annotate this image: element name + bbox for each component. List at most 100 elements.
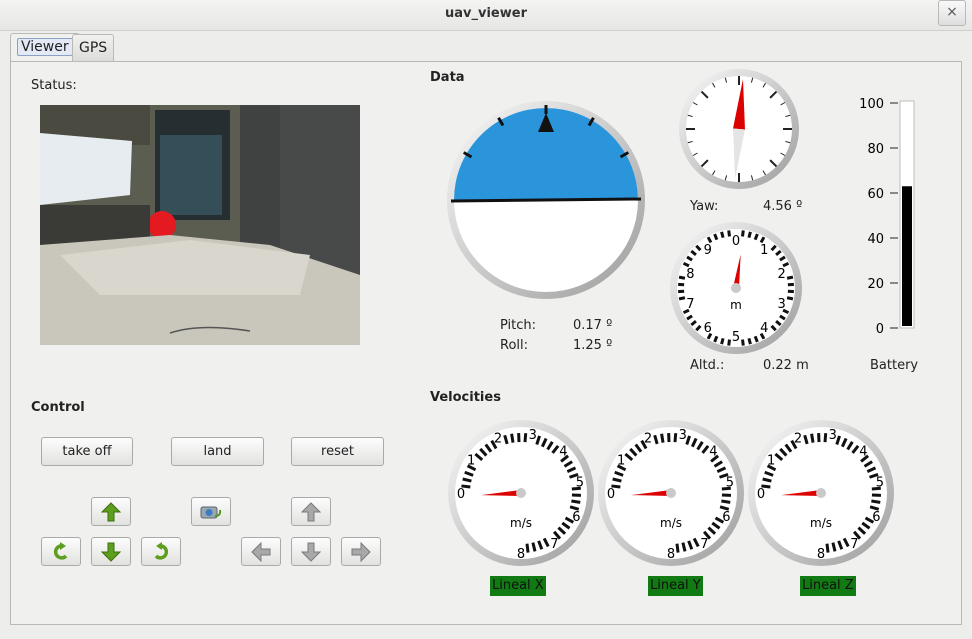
- land-button[interactable]: land: [171, 437, 264, 466]
- tab-viewer[interactable]: Viewer: [10, 33, 80, 62]
- velocity-tick: [831, 542, 837, 552]
- battery-tick-label: 20: [867, 277, 884, 292]
- lineal-y-badge: Lineal Y: [648, 576, 703, 596]
- altitude-tick: [713, 335, 719, 343]
- status-label: Status:: [31, 78, 77, 93]
- altitude-tick-label: 8: [686, 267, 694, 282]
- arrow-left-icon: [251, 541, 271, 562]
- rotate-right-icon: [154, 541, 169, 560]
- velocity-tick: [721, 499, 731, 504]
- altitude-tick-label: 6: [704, 321, 712, 336]
- velocity-tick: [681, 542, 687, 552]
- tab-gps[interactable]: GPS: [72, 34, 115, 61]
- altitude-tick: [678, 296, 686, 301]
- velocity-tick-label: 1: [467, 454, 475, 469]
- velocity-tick: [525, 543, 530, 553]
- move-down-button[interactable]: [91, 537, 131, 566]
- reset-button[interactable]: reset: [291, 437, 384, 466]
- yaw-label: Yaw:: [690, 199, 719, 214]
- rotate-right-button[interactable]: [141, 537, 181, 566]
- altitude-tick-label: 1: [760, 243, 768, 258]
- altitude-tick: [678, 275, 686, 280]
- altitude-tick: [747, 337, 752, 345]
- velocity-gauge-y: 012 345678m/s: [598, 420, 744, 566]
- arrow-up-icon: [101, 501, 121, 521]
- altitude-tick-label: 2: [778, 267, 786, 282]
- control-label: Control: [31, 400, 85, 415]
- close-icon[interactable]: ×: [938, 0, 966, 26]
- battery-tick-label: 80: [867, 142, 884, 157]
- velocity-unit: m/s: [810, 516, 832, 530]
- move-up-button[interactable]: [91, 497, 131, 526]
- altitude-label: Altd.:: [690, 358, 725, 373]
- battery-fill: [902, 186, 912, 326]
- velocity-tick-label: 6: [872, 510, 880, 525]
- right-button[interactable]: [341, 537, 381, 566]
- velocity-tick-label: 4: [859, 445, 867, 460]
- left-button[interactable]: [241, 537, 281, 566]
- velocity-tick: [612, 477, 622, 483]
- altitude-value: 0.22 m: [763, 358, 809, 373]
- forward-button[interactable]: [291, 497, 331, 526]
- lineal-x-badge: Lineal X: [490, 576, 546, 596]
- velocity-tick-label: 7: [550, 537, 558, 552]
- altitude-tick: [786, 275, 794, 280]
- window-title: uav_viewer: [445, 6, 527, 21]
- altitude-tick: [713, 233, 719, 241]
- altitude-tick: [741, 230, 745, 237]
- altitude-unit: m: [730, 298, 742, 312]
- altitude-tick-label: 4: [760, 321, 768, 336]
- velocity-tick-label: 3: [679, 428, 687, 443]
- altitude-tick-label: 0: [732, 234, 740, 249]
- altitude-tick: [720, 337, 725, 345]
- take-off-button[interactable]: take off: [41, 437, 133, 466]
- velocity-tick: [660, 433, 665, 443]
- altitude-tick: [753, 233, 759, 241]
- arrow-up-icon: [301, 501, 321, 521]
- tab-viewer-label: Viewer: [17, 38, 73, 56]
- altitude-tick: [753, 335, 759, 343]
- velocity-tick-label: 3: [829, 428, 837, 443]
- velocity-tick-label: 0: [457, 487, 465, 502]
- arrow-right-icon: [351, 541, 371, 562]
- rotate-left-icon: [53, 541, 68, 560]
- altitude-tick: [741, 339, 745, 346]
- roll-value: 1.25 º: [573, 338, 613, 353]
- camera-image: [40, 105, 360, 345]
- velocity-tick: [871, 499, 881, 504]
- battery-tick-label: 60: [867, 187, 884, 202]
- arrow-down-icon: [301, 542, 321, 562]
- velocity-tick-label: 5: [876, 475, 884, 490]
- battery-tick-label: 0: [876, 322, 884, 335]
- velocity-tick-label: 7: [850, 537, 858, 552]
- velocity-tick: [523, 433, 528, 443]
- velocity-tick-label: 8: [817, 547, 825, 562]
- velocity-tick: [675, 543, 680, 553]
- velocity-gauge-x: 012 345678m/s: [448, 420, 594, 566]
- velocity-tick-label: 7: [700, 537, 708, 552]
- velocity-unit: m/s: [660, 516, 682, 530]
- yaw-value: 4.56 º: [763, 199, 803, 214]
- velocity-tick: [823, 433, 828, 443]
- attitude-indicator: [447, 101, 645, 299]
- velocity-tick-label: 2: [644, 432, 652, 447]
- arrow-down-icon: [101, 542, 121, 562]
- backward-button[interactable]: [291, 537, 331, 566]
- velocity-tick: [810, 433, 815, 443]
- altitude-tick: [727, 230, 731, 237]
- velocity-tick: [531, 542, 537, 552]
- velocity-tick-label: 1: [767, 454, 775, 469]
- velocity-tick: [673, 433, 678, 443]
- velocity-tick-label: 6: [722, 510, 730, 525]
- altitude-tick-label: 3: [778, 297, 786, 312]
- rotate-left-button[interactable]: [41, 537, 81, 566]
- velocity-tick: [571, 499, 581, 504]
- battery-label: Battery: [870, 358, 919, 373]
- altitude-tick: [727, 339, 731, 346]
- velocity-tick-label: 4: [559, 445, 567, 460]
- altitude-tick-label: 9: [704, 243, 712, 258]
- altitude-tick-label: 5: [732, 330, 740, 345]
- camera-switch-button[interactable]: [191, 497, 231, 526]
- velocity-tick-label: 5: [726, 475, 734, 490]
- camera-icon: [200, 506, 222, 518]
